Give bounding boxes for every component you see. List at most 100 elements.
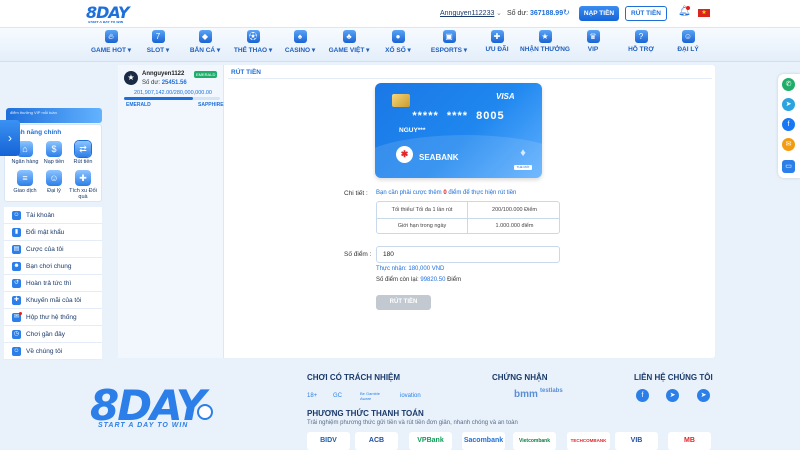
refresh-icon[interactable]: ↻: [563, 8, 570, 17]
detail-label: Chi tiết :: [344, 190, 368, 197]
withdraw-button[interactable]: RÚT TIỀN: [625, 6, 667, 21]
payment-subtitle: Trải nghiệm phương thức gửi tiền và rút …: [307, 420, 518, 426]
testlabs-logo: testlabs: [540, 388, 563, 394]
nav-item-nhan-thuong[interactable]: ★ NHẬN THƯỞNG: [520, 30, 570, 53]
menu-item-instant-rebate[interactable]: ↺ Hoàn trả tức thì: [4, 275, 102, 292]
gift-icon: ✚: [12, 296, 21, 305]
menu-item-my-bets[interactable]: ▤ Cược của tôi: [4, 241, 102, 258]
card-brand: VISA: [496, 92, 515, 101]
feature-rewards[interactable]: ✚ Tích xu Đổi quà: [69, 170, 97, 200]
people-icon: ☺: [12, 347, 21, 356]
main-nav: 🔥︎ GAME HOT ▾ 7 SLOT ▾ ◆ BẮN CÁ ▾ ⚽︎ THỂ THA…: [0, 28, 800, 62]
bank-logo-vietcombank: Vietcombank: [513, 432, 556, 450]
balance-label: Số dư:: [507, 10, 529, 17]
top-bar: 8DAY START A DAY TO WIN Annguyen112233 ⌄…: [0, 0, 800, 28]
nav-item-game-hot[interactable]: 🔥︎ GAME HOT ▾: [86, 30, 136, 54]
begambleaware-icon: Be Gamble Aware: [360, 391, 381, 401]
deposit-button[interactable]: NẠP TIỀN: [579, 6, 619, 21]
certification-title: CHỨNG NHẬN: [492, 373, 548, 382]
facebook-icon[interactable]: f: [636, 389, 649, 402]
menu-item-about[interactable]: ☺ Về chúng tôi: [4, 343, 102, 360]
menu-label: Tài khoản: [26, 212, 55, 219]
nav-item-uu-dai[interactable]: ✚ ƯU ĐÃI: [472, 30, 522, 53]
feature-transactions[interactable]: ≡ Giao dịch: [11, 170, 39, 194]
note-amount: 0: [443, 190, 447, 196]
feature-label: Nạp tiền: [43, 159, 65, 165]
chat-icon[interactable]: ✆: [782, 78, 795, 91]
menu-item-account[interactable]: ☺ Tài khoản: [4, 207, 102, 224]
friends-icon: ☻: [12, 262, 21, 271]
nav-label: XỔ SỐ ▾: [385, 47, 411, 54]
menu-item-my-promotions[interactable]: ✚ Khuyến mãi của tôi: [4, 292, 102, 309]
vietnam-flag-icon[interactable]: ★: [698, 9, 710, 17]
game-viet-icon: ♣: [342, 30, 356, 43]
withdraw-icon: ⇄: [75, 141, 91, 157]
facebook-icon[interactable]: f: [782, 118, 795, 131]
telegram-channel-icon[interactable]: ➤: [697, 389, 710, 402]
vip-promo-banner[interactable]: điểm thưởng VIP mỗi tuần: [6, 108, 102, 123]
unread-dot: [19, 312, 22, 315]
profile-balance-value: 25451.56: [161, 80, 187, 86]
wager-requirement-note: Bạn cần phải cược thêm 0 điểm để thực hi…: [376, 190, 516, 196]
nav-item-xo-so[interactable]: ● XỔ SỐ ▾: [373, 30, 423, 54]
nav-item-casino[interactable]: ♠ CASINO ▾: [275, 30, 325, 54]
feature-label: Tích xu Đổi quà: [69, 188, 97, 200]
menu-item-recent[interactable]: ◷ Chơi gần đây: [4, 326, 102, 343]
profile-balance: Số dư: 25451.56: [142, 80, 187, 86]
expand-sidebar-tab[interactable]: ›: [0, 120, 20, 156]
avatar: ★: [124, 71, 138, 85]
chevron-down-icon[interactable]: ⌄: [496, 9, 502, 17]
nav-item-the-thao[interactable]: ⚽︎ THỂ THAO ▾: [228, 30, 278, 54]
feature-agent[interactable]: ☺ Đại lý: [40, 170, 68, 194]
nav-label: HỖ TRỢ: [628, 46, 654, 53]
nav-item-slot[interactable]: 7 SLOT ▾: [133, 30, 183, 54]
card-chip-icon: [392, 94, 410, 107]
deposit-icon: $: [46, 141, 62, 157]
menu-label: Đổi mật khẩu: [26, 229, 65, 236]
username-dropdown[interactable]: Annguyen112233: [440, 10, 494, 17]
telegram-icon[interactable]: ➤: [782, 98, 795, 111]
menu-label: Hộp thư hệ thống: [26, 314, 77, 321]
card-tag: THẺ MỚI: [514, 165, 532, 170]
casino-icon: ♠: [293, 30, 307, 43]
nav-item-ban-ca[interactable]: ◆ BẮN CÁ ▾: [180, 30, 230, 54]
ticket-icon: ▤: [12, 245, 21, 254]
submit-withdraw-button[interactable]: RÚT TIỀN: [376, 295, 431, 310]
bmm-logo: bmm: [514, 389, 538, 400]
title-divider: [228, 78, 712, 79]
bank-emblem-icon: ♦: [520, 147, 526, 159]
card-bank-name: SEABANK: [419, 153, 459, 162]
iovation-icon: iovation: [400, 393, 421, 399]
menu-label: Khuyến mãi của tôi: [26, 297, 82, 304]
page-title: RÚT TIỀN: [231, 69, 261, 76]
slot-icon: 7: [151, 30, 165, 43]
download-app-icon[interactable]: ▭: [782, 160, 795, 173]
menu-item-friends[interactable]: ☻ Bạn chơi chung: [4, 258, 102, 275]
feature-deposit[interactable]: $ Nạp tiền: [40, 141, 68, 165]
nav-item-dai-ly[interactable]: ☺ ĐẠI LÝ: [663, 30, 713, 53]
support-chat-icon[interactable]: ✉: [782, 138, 795, 151]
menu-item-change-password[interactable]: ▮ Đổi mật khẩu: [4, 224, 102, 241]
nav-label: SLOT ▾: [146, 47, 170, 54]
feature-withdraw[interactable]: ⇄ Rút tiền: [69, 141, 97, 165]
menu-item-inbox[interactable]: ✉ Hộp thư hệ thống: [4, 309, 102, 326]
menu-label: Về chúng tôi: [26, 348, 63, 355]
nav-item-esports[interactable]: ▣ ESPORTS ▾: [424, 30, 474, 54]
gift-icon: ✚: [75, 170, 91, 186]
site-logo[interactable]: 8DAY START A DAY TO WIN: [86, 3, 130, 24]
amount-input[interactable]: 180: [376, 246, 560, 263]
bank-logo-mb: MB: [668, 432, 711, 450]
rebate-icon: ↺: [12, 279, 21, 288]
nav-item-ho-tro[interactable]: ? HỖ TRỢ: [616, 30, 666, 53]
footer-slogan: START A DAY TO WIN: [98, 422, 189, 429]
nav-item-game-viet[interactable]: ♣ GAME VIỆT ▾: [324, 30, 374, 54]
gift-icon: ✚: [490, 30, 504, 43]
limit-key: Tối thiểu/ Tối đa 1 lần rút: [391, 207, 453, 213]
nav-label: ESPORTS ▾: [430, 47, 468, 54]
bank-card[interactable]: VISA ***** **** 8005 NGUY*** ✱ SEABANK ♦…: [375, 83, 542, 178]
card-holder: NGUY***: [399, 127, 426, 134]
nav-item-vip[interactable]: ♛ VIP: [568, 30, 618, 53]
telegram-icon[interactable]: ➤: [666, 389, 679, 402]
limit-key: Giới hạn trong ngày: [397, 223, 447, 229]
vip-progress-text: 201,907,142.00/280,000,000.00: [134, 90, 212, 96]
